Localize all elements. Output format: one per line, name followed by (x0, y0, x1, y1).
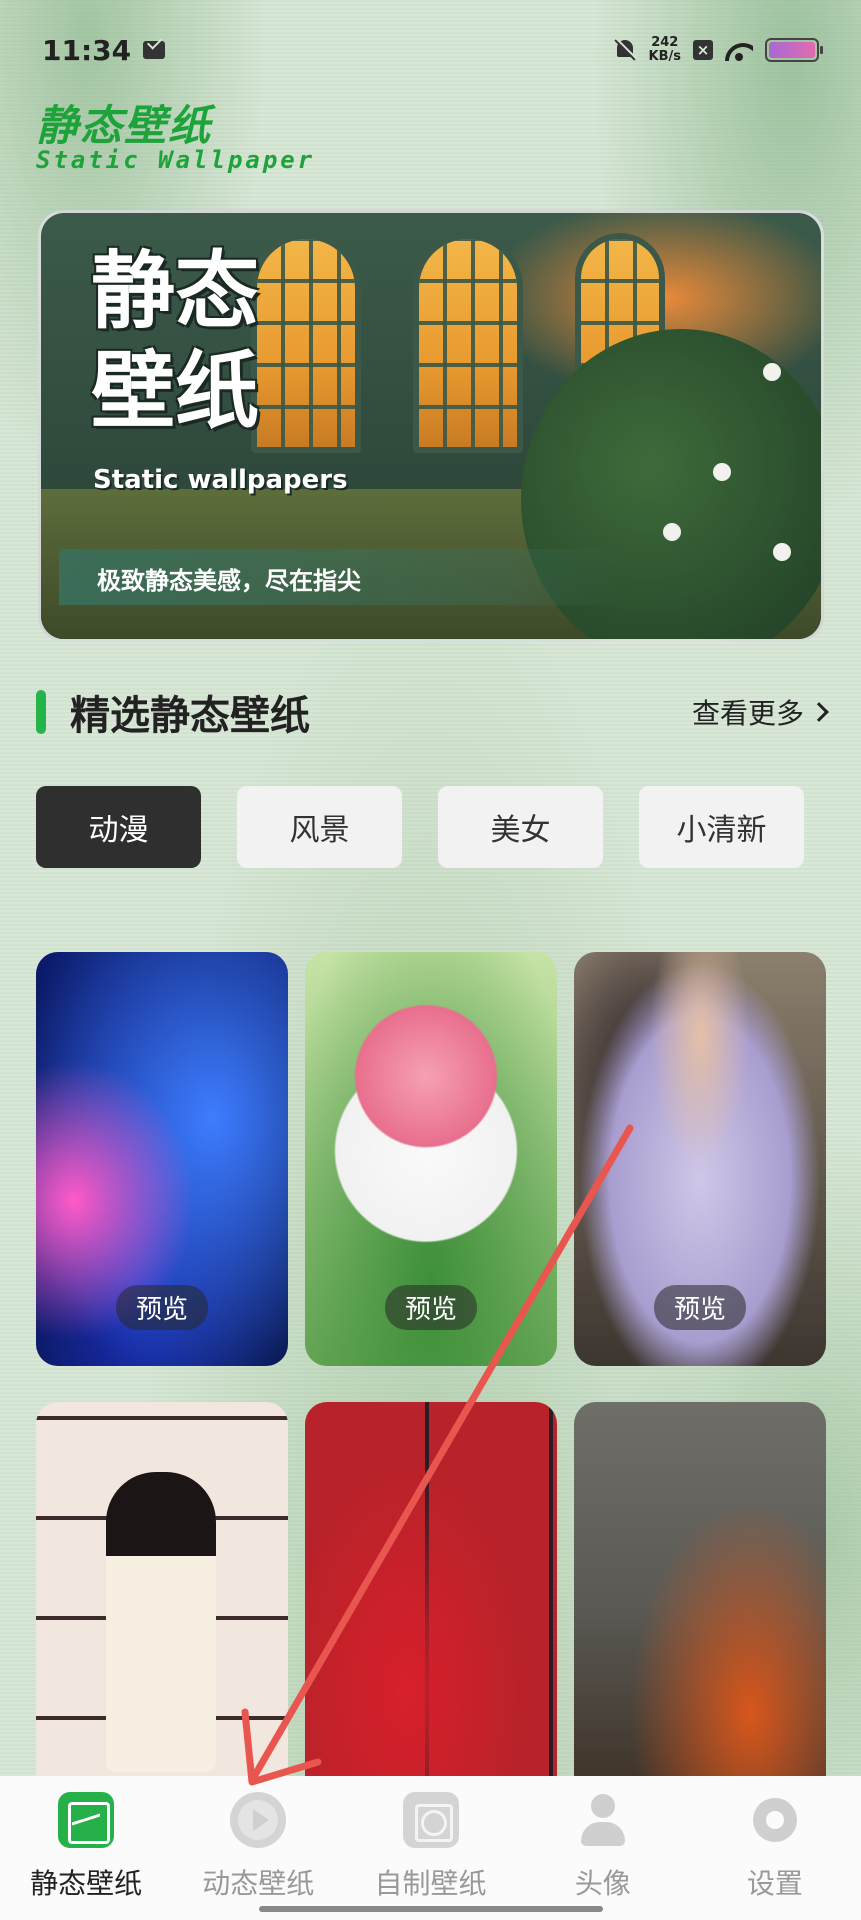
network-speed-unit: KB/s (648, 49, 681, 64)
network-speed: 242 KB/s (649, 36, 681, 64)
banner-subtitle: Static wallpapers (93, 465, 348, 495)
battery-icon (765, 38, 823, 62)
nav-label: 头像 (574, 1867, 631, 1900)
wallpaper-card[interactable] (305, 1402, 557, 1816)
bottom-nav: 静态壁纸 动态壁纸 自制壁纸 头像 设置 (0, 1776, 861, 1920)
banner-flower-art (663, 523, 681, 541)
tab-anime[interactable]: 动漫 (36, 786, 201, 868)
tab-fresh[interactable]: 小清新 (639, 786, 804, 868)
nav-label: 自制壁纸 (374, 1867, 487, 1900)
avatar-icon (575, 1792, 631, 1848)
wallpaper-icon (58, 1792, 115, 1848)
status-time: 11:34 (42, 33, 132, 67)
chevron-right-icon (809, 702, 829, 722)
banner-window-art (413, 233, 523, 453)
nav-static-wallpaper[interactable]: 静态壁纸 (0, 1776, 172, 1920)
banner-title: 静态壁纸 (91, 242, 260, 440)
wallpaper-card[interactable] (36, 1402, 288, 1816)
see-more-link[interactable]: 查看更多 (691, 692, 829, 732)
banner-tagline: 极致静态美感，尽在指尖 (59, 549, 619, 605)
page-subtitle: Static Wallpaper (36, 146, 316, 174)
bell-off-icon (613, 38, 637, 62)
banner-flower-art (773, 543, 791, 561)
tab-beauty[interactable]: 美女 (438, 786, 603, 868)
preview-button[interactable]: 预览 (115, 1285, 209, 1330)
nav-label: 动态壁纸 (202, 1867, 315, 1900)
network-speed-value: 242 (651, 35, 679, 50)
section-accent-bar (36, 690, 46, 734)
wallpaper-card[interactable]: 预览 (36, 952, 288, 1366)
mail-icon (143, 41, 166, 59)
gear-icon (747, 1792, 803, 1848)
banner-flower-art (713, 463, 731, 481)
status-bar: 11:34 242 KB/s × (0, 0, 861, 100)
see-more-label: 查看更多 (691, 697, 804, 730)
section-title: 精选静态壁纸 (70, 693, 310, 739)
status-icons: 242 KB/s × (613, 36, 823, 64)
nav-label: 静态壁纸 (30, 1867, 143, 1900)
nav-settings[interactable]: 设置 (689, 1776, 861, 1920)
nav-avatar[interactable]: 头像 (517, 1776, 689, 1920)
preview-button[interactable]: 预览 (384, 1285, 478, 1330)
play-icon (230, 1792, 287, 1848)
home-indicator (259, 1906, 603, 1912)
category-tabs: 动漫 风景 美女 小清新 (36, 786, 836, 868)
wifi-icon (725, 39, 753, 61)
hero-banner[interactable]: 静态壁纸 Static wallpapers 极致静态美感，尽在指尖 (38, 210, 824, 642)
page-title: 静态壁纸 (36, 101, 213, 150)
nav-live-wallpaper[interactable]: 动态壁纸 (172, 1776, 344, 1920)
wallpaper-card[interactable]: 预览 (305, 952, 557, 1366)
custom-wallpaper-icon (402, 1792, 459, 1848)
preview-button[interactable]: 预览 (653, 1285, 747, 1330)
banner-flower-art (763, 363, 781, 381)
nav-label: 设置 (746, 1867, 803, 1900)
wallpaper-card[interactable] (574, 1402, 826, 1816)
x-icon: × (693, 40, 713, 60)
wallpaper-card[interactable]: 预览 (574, 952, 826, 1366)
tab-scenery[interactable]: 风景 (237, 786, 402, 868)
nav-custom-wallpaper[interactable]: 自制壁纸 (344, 1776, 516, 1920)
section-header: 精选静态壁纸 查看更多 (36, 680, 829, 744)
